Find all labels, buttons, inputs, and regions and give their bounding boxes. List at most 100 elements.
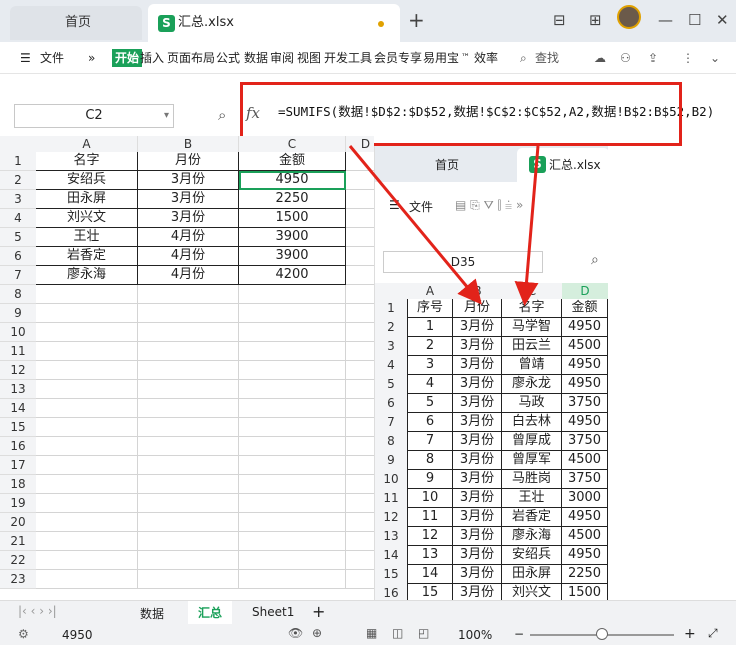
row-header[interactable]: 3 (0, 190, 36, 209)
inner-row-header[interactable]: 5 (375, 375, 407, 394)
inner-grid-cell[interactable]: 1500 (562, 584, 608, 600)
grid-cell[interactable] (239, 285, 346, 304)
grid-cell[interactable] (239, 380, 346, 399)
inner-name-box[interactable]: D35 (383, 251, 543, 273)
inner-grid-cell[interactable]: 安绍兵 (502, 546, 562, 565)
column-header[interactable]: D (346, 136, 374, 152)
grid-cell[interactable] (138, 494, 239, 513)
inner-grid-cell[interactable]: 名字 (502, 299, 562, 318)
grid-cell[interactable]: 廖永海 (36, 266, 138, 285)
grid-cell[interactable] (239, 570, 346, 589)
grid-cell[interactable] (36, 285, 138, 304)
grid-cell[interactable] (36, 513, 138, 532)
grid-cell[interactable]: 4月份 (138, 247, 239, 266)
eye-protect-icon[interactable]: 👁 (288, 626, 303, 640)
inner-grid-cell[interactable]: 3月份 (453, 413, 502, 432)
inner-grid-cell[interactable]: 9 (407, 470, 453, 489)
inner-row-header[interactable]: 9 (375, 451, 407, 470)
inner-grid-cell[interactable]: 4500 (562, 337, 608, 356)
normal-view-icon[interactable]: ▦ (366, 626, 377, 640)
inner-row-header[interactable]: 13 (375, 527, 407, 546)
tab-data[interactable]: 数据 (244, 42, 268, 74)
inner-grid-cell[interactable]: 金额 (562, 299, 608, 318)
inner-grid-cell[interactable]: 刘兴文 (502, 584, 562, 600)
grid-cell[interactable] (346, 342, 374, 361)
grid-cell[interactable] (239, 399, 346, 418)
inner-grid-cell[interactable]: 曾靖 (502, 356, 562, 375)
inner-grid-cell[interactable]: 4950 (562, 318, 608, 337)
grid-cell[interactable] (346, 304, 374, 323)
inner-column-header[interactable]: D (562, 283, 608, 299)
grid-cell[interactable] (36, 323, 138, 342)
sheet-tab-sheet1[interactable]: Sheet1 (252, 605, 294, 619)
row-header[interactable]: 19 (0, 494, 36, 513)
window-layout-icon[interactable]: ⊟ (553, 10, 566, 30)
grid-cell[interactable] (138, 399, 239, 418)
grid-cell[interactable] (346, 551, 374, 570)
cloud-sync-icon[interactable]: ☁ (594, 42, 606, 74)
inner-grid-cell[interactable]: 4950 (562, 508, 608, 527)
inner-tab-home[interactable]: 首页 (435, 156, 459, 173)
grid-cell[interactable] (346, 570, 374, 589)
inner-grid-cell[interactable]: 廖永海 (502, 527, 562, 546)
row-header[interactable]: 14 (0, 399, 36, 418)
grid-cell[interactable] (36, 494, 138, 513)
inner-grid-cell[interactable]: 3月份 (453, 527, 502, 546)
page-layout-view-icon[interactable]: ◫ (392, 626, 403, 640)
collapse-ribbon-icon[interactable]: ⌄ (710, 42, 720, 74)
grid-cell[interactable] (346, 228, 374, 247)
inner-row-header[interactable]: 11 (375, 489, 407, 508)
new-tab-button[interactable]: + (408, 10, 425, 30)
grid-cell[interactable]: 4950 (239, 171, 346, 190)
grid-cell[interactable] (138, 323, 239, 342)
tab-page-layout[interactable]: 页面布局 (167, 42, 215, 74)
inner-grid-cell[interactable]: 4950 (562, 356, 608, 375)
more-options-icon[interactable]: ⋮ (682, 42, 694, 74)
grid-cell[interactable] (239, 418, 346, 437)
tab-current-file[interactable]: S 汇总.xlsx (148, 4, 400, 42)
grid-cell[interactable] (239, 532, 346, 551)
inner-grid-cell[interactable]: 4500 (562, 527, 608, 546)
grid-cell[interactable]: 3月份 (138, 209, 239, 228)
inner-grid-cell[interactable]: 3750 (562, 394, 608, 413)
zoom-out-button[interactable]: − (514, 627, 524, 641)
inner-grid-cell[interactable]: 12 (407, 527, 453, 546)
row-header[interactable]: 22 (0, 551, 36, 570)
inner-grid-cell[interactable]: 3月份 (453, 489, 502, 508)
grid-cell[interactable] (346, 475, 374, 494)
grid-cell[interactable] (138, 437, 239, 456)
tab-member[interactable]: 会员专享 (374, 42, 422, 74)
grid-cell[interactable]: 月份 (138, 152, 239, 171)
inner-grid-cell[interactable]: 14 (407, 565, 453, 584)
inner-column-header[interactable]: C (502, 283, 562, 299)
row-header[interactable]: 9 (0, 304, 36, 323)
inner-grid-cell[interactable]: 3月份 (453, 432, 502, 451)
grid-cell[interactable] (36, 399, 138, 418)
inner-row-header[interactable]: 8 (375, 432, 407, 451)
inner-row-header[interactable]: 15 (375, 565, 407, 584)
inner-row-header[interactable]: 12 (375, 508, 407, 527)
row-header[interactable]: 1 (0, 152, 36, 171)
corner-cell[interactable] (0, 136, 36, 152)
grid-cell[interactable]: 岩香定 (36, 247, 138, 266)
inner-grid-cell[interactable]: 廖永龙 (502, 375, 562, 394)
grid-cell[interactable] (138, 361, 239, 380)
inner-grid-cell[interactable]: 3月份 (453, 375, 502, 394)
inner-grid-cell[interactable]: 8 (407, 451, 453, 470)
grid-cell[interactable]: 4月份 (138, 228, 239, 247)
grid-cell[interactable] (138, 418, 239, 437)
grid-cell[interactable]: 1500 (239, 209, 346, 228)
grid-cell[interactable] (138, 285, 239, 304)
grid-cell[interactable] (138, 532, 239, 551)
grid-cell[interactable] (138, 513, 239, 532)
grid-cell[interactable] (346, 209, 374, 228)
grid-cell[interactable] (346, 171, 374, 190)
grid-cell[interactable] (346, 513, 374, 532)
grid-cell[interactable]: 4200 (239, 266, 346, 285)
grid-cell[interactable] (36, 475, 138, 494)
sheet-tab-summary[interactable]: 汇总 (188, 601, 233, 624)
row-header[interactable]: 11 (0, 342, 36, 361)
row-header[interactable]: 23 (0, 570, 36, 589)
search-icon[interactable]: ⌕ (520, 42, 527, 74)
inner-zoom-icon[interactable]: ⌕ (591, 252, 599, 268)
